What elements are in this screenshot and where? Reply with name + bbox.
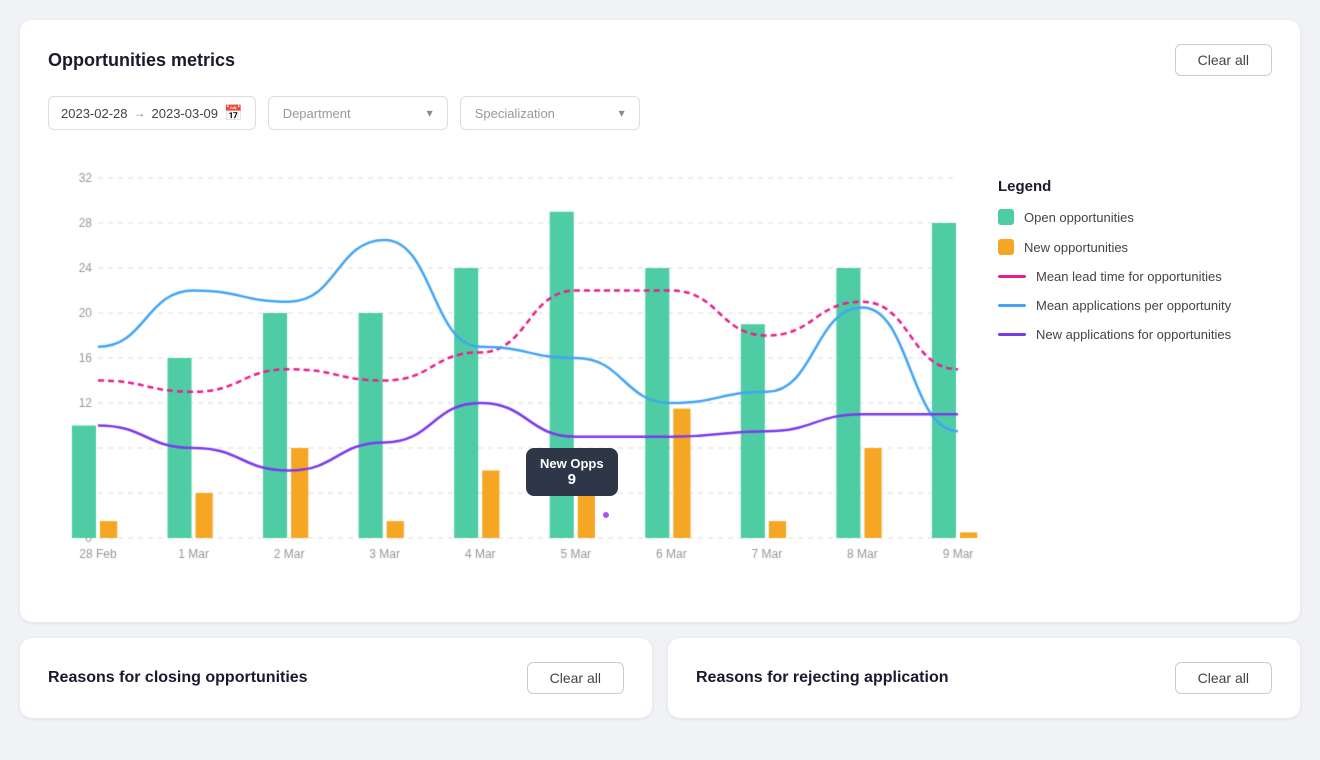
page-title: Opportunities metrics bbox=[48, 50, 235, 71]
closing-reasons-card: Reasons for closing opportunities Clear … bbox=[20, 638, 652, 718]
chart-legend: Legend Open opportunities New opportuniti… bbox=[998, 158, 1278, 598]
department-select[interactable]: Department ▾ bbox=[268, 96, 448, 130]
legend-color-box-1 bbox=[998, 239, 1014, 255]
chevron-down-icon: ▾ bbox=[427, 106, 433, 120]
chevron-down-icon-2: ▾ bbox=[619, 106, 625, 120]
rejecting-reasons-card: Reasons for rejecting application Clear … bbox=[668, 638, 1300, 718]
legend-label-4: New applications for opportunities bbox=[1036, 327, 1231, 342]
specialization-placeholder: Specialization bbox=[475, 106, 555, 121]
chart-card-header: Opportunities metrics Clear all bbox=[48, 44, 1272, 76]
legend-item-2: Mean lead time for opportunities bbox=[998, 269, 1278, 284]
legend-title: Legend bbox=[998, 178, 1278, 195]
calendar-icon: 📅 bbox=[224, 104, 243, 122]
specialization-select[interactable]: Specialization ▾ bbox=[460, 96, 640, 130]
clear-all-button-closing[interactable]: Clear all bbox=[527, 662, 624, 694]
chart-container: New Opps 9 bbox=[48, 158, 978, 598]
main-chart-canvas bbox=[48, 158, 978, 598]
bottom-cards-row: Reasons for closing opportunities Clear … bbox=[20, 638, 1300, 718]
legend-label-3: Mean applications per opportunity bbox=[1036, 298, 1231, 313]
department-placeholder: Department bbox=[283, 106, 351, 121]
legend-items-container: Open opportunities New opportunities Mean … bbox=[998, 209, 1278, 342]
legend-item-1: New opportunities bbox=[998, 239, 1278, 255]
rejecting-reasons-title: Reasons for rejecting application bbox=[696, 669, 949, 687]
legend-line-3 bbox=[998, 304, 1026, 307]
chart-area: New Opps 9 Legend Open opportunitiesNew … bbox=[48, 158, 1272, 598]
arrow-icon: → bbox=[134, 106, 146, 120]
clear-all-button-top[interactable]: Clear all bbox=[1175, 44, 1272, 76]
closing-reasons-title: Reasons for closing opportunities bbox=[48, 669, 308, 687]
legend-label-2: Mean lead time for opportunities bbox=[1036, 269, 1222, 284]
legend-item-0: Open opportunities bbox=[998, 209, 1278, 225]
legend-label-0: Open opportunities bbox=[1024, 210, 1134, 225]
legend-item-4: New applications for opportunities bbox=[998, 327, 1278, 342]
legend-line-2 bbox=[998, 275, 1026, 278]
legend-item-3: Mean applications per opportunity bbox=[998, 298, 1278, 313]
legend-label-1: New opportunities bbox=[1024, 240, 1128, 255]
date-from: 2023-02-28 bbox=[61, 106, 128, 121]
legend-line-4 bbox=[998, 333, 1026, 336]
main-chart-card: Opportunities metrics Clear all 2023-02-… bbox=[20, 20, 1300, 622]
date-to: 2023-03-09 bbox=[152, 106, 219, 121]
tooltip-dot bbox=[601, 510, 611, 520]
legend-color-box-0 bbox=[998, 209, 1014, 225]
clear-all-button-rejecting[interactable]: Clear all bbox=[1175, 662, 1272, 694]
date-range-filter[interactable]: 2023-02-28 → 2023-03-09 📅 bbox=[48, 96, 256, 130]
filters-row: 2023-02-28 → 2023-03-09 📅 Department ▾ S… bbox=[48, 96, 1272, 130]
